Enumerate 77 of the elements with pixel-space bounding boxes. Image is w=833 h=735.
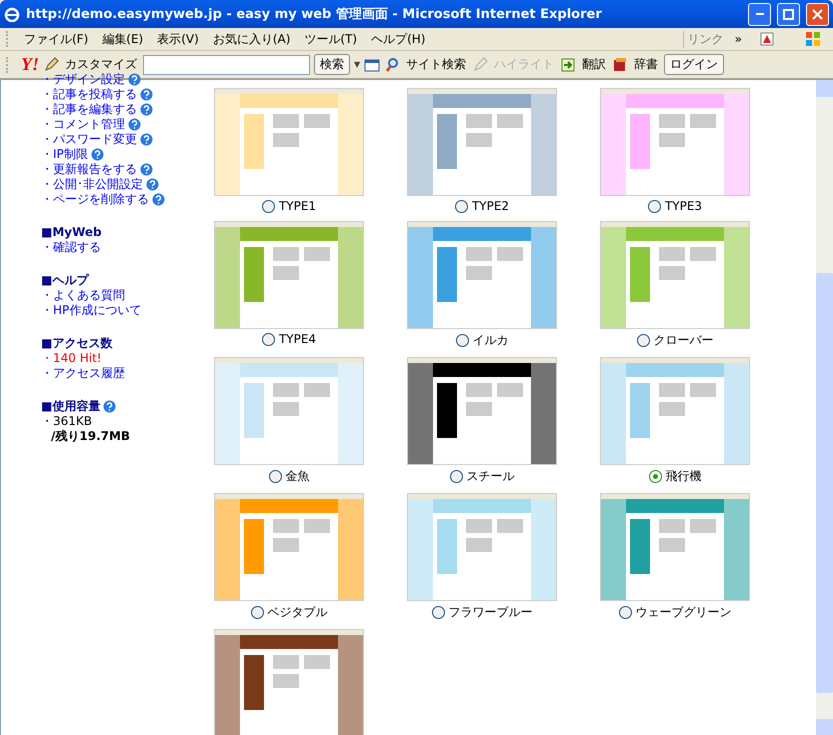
menu-item[interactable]: お気に入り(A) <box>206 28 298 50</box>
help-icon[interactable] <box>140 103 153 116</box>
sidebar-link[interactable]: ・コメント管理 <box>41 117 125 132</box>
theme-radio[interactable]: 飛行機 <box>648 468 702 485</box>
sidebar-link[interactable]: ・ページを削除する <box>41 192 149 207</box>
customize-button[interactable]: カスタマイズ <box>63 56 139 73</box>
search-button[interactable]: 検索 <box>314 54 350 75</box>
sidebar-link[interactable]: ・デザイン設定 <box>41 72 125 87</box>
book-icon[interactable] <box>612 56 628 72</box>
sidebar-text: ・140 Hit! <box>41 351 102 366</box>
menu-item[interactable]: 編集(E) <box>95 28 150 50</box>
help-icon[interactable] <box>128 73 141 86</box>
sidebar-link[interactable]: ・アクセス履歴 <box>41 366 125 381</box>
menu-item[interactable]: 表示(V) <box>150 28 206 50</box>
theme-preview-drawing[interactable] <box>407 357 557 465</box>
sidebar-link[interactable]: ・記事を投稿する <box>41 87 137 102</box>
sidebar-link[interactable]: ・HP作成について <box>41 303 142 318</box>
scrollbar[interactable] <box>816 80 833 735</box>
help-icon[interactable] <box>152 193 165 206</box>
site-search-button[interactable]: サイト検索 <box>404 56 468 73</box>
theme-radio[interactable]: スチール <box>450 468 514 485</box>
theme-radio[interactable]: TYPE2 <box>454 199 510 213</box>
section-heading: ■MyWeb <box>41 224 102 240</box>
section-heading: ■アクセス数 <box>41 335 112 351</box>
help-icon[interactable] <box>146 178 159 191</box>
window-title: http://demo.easymyweb.jp - easy my web 管理画面 - Microsoft Internet Explorer <box>26 6 603 23</box>
maximize-icon <box>783 8 794 20</box>
help-icon[interactable] <box>128 118 141 131</box>
dropdown-caret[interactable]: ▼ <box>354 60 360 69</box>
pencil-icon[interactable] <box>43 56 59 72</box>
section-heading: ■使用容量 <box>41 398 100 414</box>
theme-radio[interactable]: TYPE3 <box>648 199 702 213</box>
sidebar-link[interactable]: ・パスワード変更 <box>41 132 137 147</box>
theme-radio[interactable]: TYPE1 <box>262 199 316 213</box>
browser-logo-icon <box>4 6 20 22</box>
dictionary-button[interactable]: 辞書 <box>632 56 660 73</box>
sidebar-link[interactable]: ・確認する <box>41 240 101 255</box>
theme-radio[interactable]: フラワーブルー <box>432 604 532 621</box>
highlighter-icon <box>472 56 488 72</box>
sidebar-link[interactable]: ・公開･非公開設定 <box>41 177 143 192</box>
translate-icon[interactable] <box>560 56 576 72</box>
sidebar-text: ・361KB <box>41 414 92 429</box>
help-icon[interactable] <box>140 163 153 176</box>
sidebar-link[interactable]: ・よくある質問 <box>41 288 125 303</box>
sidebar-link[interactable]: ・IP制限 <box>41 147 88 162</box>
links-label[interactable]: リンク <box>682 30 728 48</box>
help-icon[interactable] <box>90 148 104 161</box>
sidebar-text: /残り19.7MB <box>50 429 130 444</box>
menu-item[interactable]: ファイル(F) <box>17 28 96 50</box>
theme-radio[interactable]: ベジタブル <box>250 604 328 621</box>
theme-radio[interactable]: イルカ <box>456 332 508 349</box>
window-icon[interactable] <box>364 56 380 72</box>
help-icon[interactable] <box>140 88 153 101</box>
yahoo-logo[interactable]: Y! <box>21 54 39 75</box>
theme-radio[interactable]: TYPE4 <box>262 332 316 346</box>
login-button[interactable]: ログイン <box>664 54 724 75</box>
menu-item[interactable]: ツール(T) <box>297 28 364 50</box>
help-icon[interactable] <box>140 133 153 146</box>
magnifier-arrow-icon[interactable] <box>384 56 400 72</box>
minimize-icon <box>756 13 764 15</box>
sidebar-link[interactable]: ・更新報告をする <box>41 162 137 177</box>
menu-item[interactable]: ヘルプ(H) <box>364 28 432 50</box>
search-field[interactable] <box>143 54 310 74</box>
more-chevron[interactable]: » <box>728 30 749 48</box>
close-button[interactable] <box>806 2 829 26</box>
section-heading: ■ヘルプ <box>41 272 88 288</box>
close-icon <box>812 8 823 20</box>
theme-radio[interactable]: ウェーブグリーン <box>618 604 732 621</box>
maximize-button[interactable] <box>777 2 800 26</box>
help-icon[interactable] <box>103 400 116 412</box>
windows-flag-icon <box>805 31 821 47</box>
theme-preview-drawing[interactable] <box>214 629 364 735</box>
minimize-button[interactable] <box>748 2 771 26</box>
theme-radio[interactable]: クローバー <box>636 332 714 349</box>
translate-button[interactable]: 翻訳 <box>580 56 608 73</box>
sidebar-link[interactable]: ・記事を編集する <box>41 102 137 117</box>
theme-radio[interactable]: 金魚 <box>268 468 310 485</box>
